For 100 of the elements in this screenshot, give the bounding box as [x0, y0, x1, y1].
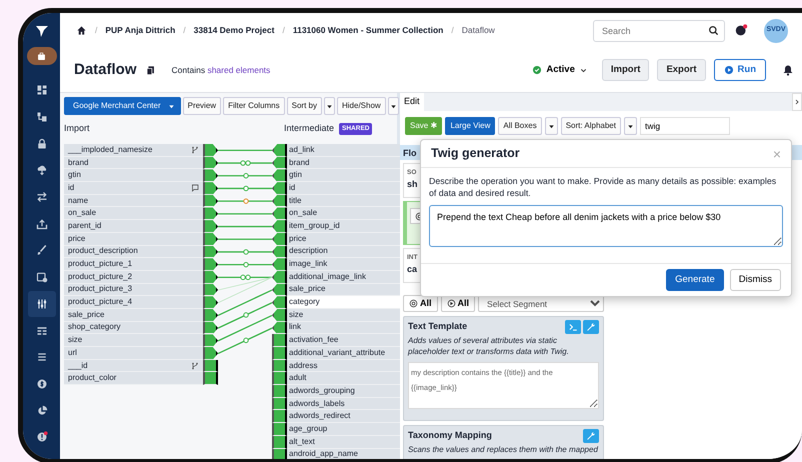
settings-button[interactable] [583, 428, 599, 443]
connector-handle[interactable] [203, 258, 218, 271]
attribute-row[interactable]: ad_link [287, 144, 400, 157]
attribute-row[interactable]: age_group [287, 423, 400, 436]
attribute-row[interactable]: id [287, 182, 400, 195]
dropdown-toggle[interactable] [624, 117, 637, 135]
toolbar-button[interactable]: Sort by [286, 97, 322, 115]
prompt-field[interactable]: Prepend the text Cheap before all denim jackets with a price below $30 [429, 204, 783, 247]
attribute-row[interactable]: on_sale [64, 207, 203, 220]
attribute-row[interactable]: on_sale [287, 207, 400, 220]
select-all-button[interactable]: All [403, 295, 438, 312]
connector-handle[interactable] [272, 372, 287, 386]
connector-handle[interactable] [272, 398, 287, 410]
connector-handle[interactable] [272, 156, 287, 170]
connector-handle[interactable] [272, 360, 287, 372]
attribute-row[interactable]: adwords_redirect [287, 410, 400, 424]
attribute-row[interactable]: brand [64, 156, 203, 170]
attribute-row[interactable]: alt_text [287, 436, 400, 448]
attribute-row[interactable]: gtin [287, 169, 400, 182]
copy-button[interactable] [144, 64, 156, 76]
editor-tab[interactable]: Edit [400, 93, 424, 111]
notifications-button[interactable] [782, 64, 794, 76]
attribute-row[interactable]: adult [287, 372, 400, 386]
connector-handle[interactable] [272, 436, 287, 448]
connector-handle[interactable] [272, 347, 287, 360]
connector-handle[interactable] [203, 246, 218, 258]
connector-handle[interactable] [203, 156, 218, 170]
connector-handle[interactable] [272, 322, 287, 334]
attribute-row[interactable]: adwords_labels [287, 398, 400, 410]
connector-handle[interactable] [272, 232, 287, 246]
connector-handle[interactable] [272, 296, 287, 309]
attribute-row[interactable]: product_picture_2 [64, 270, 203, 284]
attribute-row[interactable]: ___imploded_namesize [64, 144, 203, 157]
collapse-button[interactable] [792, 93, 802, 111]
connector-handle[interactable] [203, 169, 218, 182]
breadcrumb-link[interactable]: 33814 Demo Project [194, 24, 274, 37]
attribute-row[interactable]: adwords_grouping [287, 385, 400, 398]
header-button[interactable]: Export [657, 58, 706, 82]
connector-handle[interactable] [272, 423, 287, 436]
attribute-row[interactable]: brand [287, 156, 400, 170]
toolbar-button[interactable]: Preview [182, 97, 222, 115]
attribute-row[interactable]: shop_category [64, 322, 203, 334]
sidebar-item[interactable] [28, 290, 56, 318]
connector-handle[interactable] [203, 334, 218, 347]
connector-handle[interactable] [272, 246, 287, 258]
connector-handle[interactable] [203, 372, 218, 386]
connector-handle[interactable] [203, 182, 218, 195]
search-field[interactable]: Search [593, 20, 725, 42]
dismiss-button[interactable]: Dismiss [730, 268, 781, 291]
attribute-row[interactable]: category [287, 296, 400, 309]
attribute-row[interactable]: product_color [64, 372, 203, 386]
connector-handle[interactable] [203, 194, 218, 208]
toolbar-button[interactable]: All Boxes [498, 117, 542, 135]
attribute-row[interactable]: size [64, 334, 203, 347]
attribute-row[interactable]: additional_variant_attribute [287, 347, 400, 360]
attribute-row[interactable]: title [287, 194, 400, 208]
sidebar-item[interactable] [26, 47, 56, 65]
attribute-row[interactable]: product_description [64, 246, 203, 258]
attribute-row[interactable]: price [287, 232, 400, 246]
connector-handle[interactable] [272, 410, 287, 424]
connector-handle[interactable] [203, 360, 218, 372]
toolbar-button[interactable]: Sort: Alphabet [560, 117, 621, 135]
toolbar-button[interactable]: Hide/Show [336, 97, 386, 115]
attribute-row[interactable]: parent_id [64, 220, 203, 233]
toolbar-button[interactable]: Filter Columns [223, 97, 285, 115]
connector-handle[interactable] [272, 194, 287, 208]
dropdown-toggle[interactable] [388, 97, 399, 115]
connector-handle[interactable] [203, 308, 218, 322]
attribute-row[interactable]: product_picture_4 [64, 296, 203, 309]
attribute-row[interactable]: url [64, 347, 203, 360]
filter-field[interactable]: twig [640, 117, 730, 135]
connector-handle[interactable] [272, 182, 287, 195]
attribute-row[interactable]: size [287, 308, 400, 322]
connector-handle[interactable] [203, 284, 218, 296]
attribute-row[interactable]: link [287, 322, 400, 334]
connector-handle[interactable] [203, 296, 218, 309]
attribute-row[interactable]: activation_fee [287, 334, 400, 347]
terminal-button[interactable] [565, 320, 581, 334]
settings-button[interactable] [583, 320, 599, 334]
attribute-row[interactable]: gtin [64, 169, 203, 182]
run-button[interactable]: Run [714, 58, 766, 82]
connector-handle[interactable] [203, 207, 218, 220]
attribute-row[interactable]: item_group_id [287, 220, 400, 233]
attribute-row[interactable]: address [287, 360, 400, 372]
generate-button[interactable]: Generate [666, 268, 724, 291]
source-dropdown[interactable]: Google Merchant Center [64, 97, 181, 115]
connector-handle[interactable] [272, 334, 287, 347]
attribute-row[interactable]: description [287, 246, 400, 258]
attribute-row[interactable]: image_link [287, 258, 400, 271]
breadcrumb-link[interactable]: 1131060 Women - Summer Collection [292, 24, 444, 37]
connector-handle[interactable] [272, 270, 287, 284]
connector-handle[interactable] [272, 308, 287, 322]
connector-handle[interactable] [203, 232, 218, 246]
large-view-button[interactable]: Large View [445, 117, 496, 135]
attribute-row[interactable]: sale_price [287, 284, 400, 296]
connector-handle[interactable] [272, 448, 287, 459]
dropdown-toggle[interactable] [544, 117, 558, 135]
breadcrumb-link[interactable]: PUP Anja Dittrich [105, 24, 176, 37]
connector-handle[interactable] [272, 207, 287, 220]
attribute-row[interactable]: product_picture_3 [64, 284, 203, 296]
